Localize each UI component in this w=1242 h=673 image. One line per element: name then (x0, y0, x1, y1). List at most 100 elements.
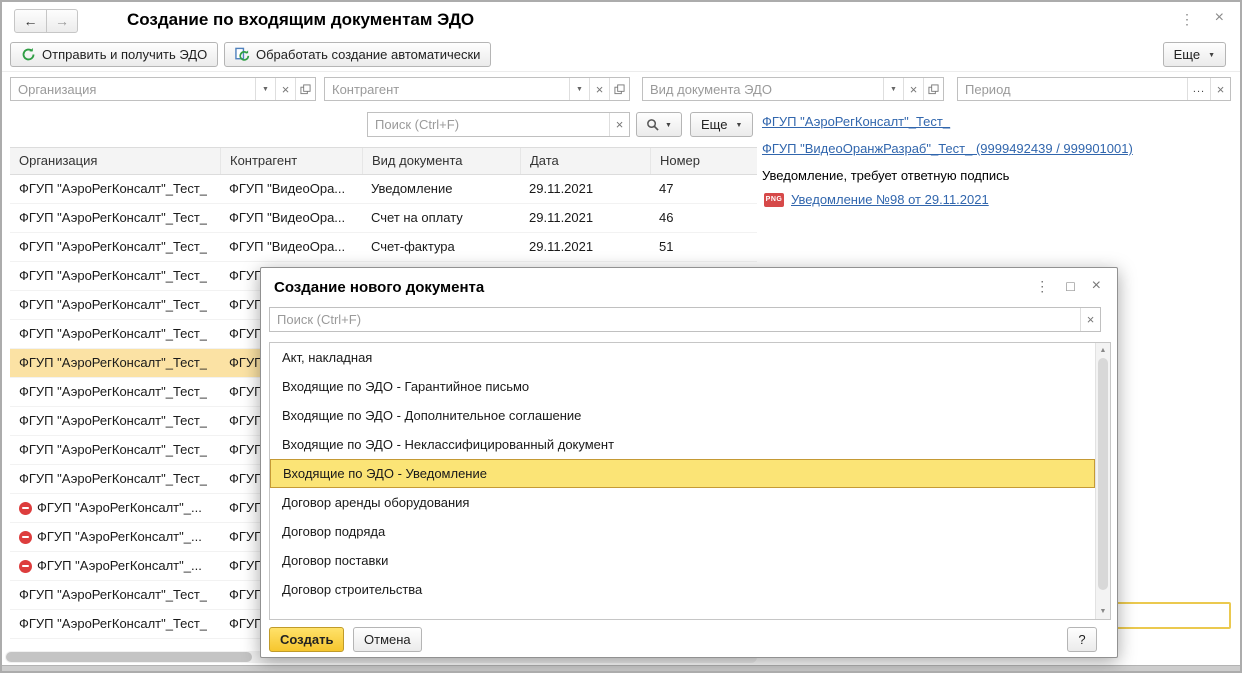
org-cell: ФГУП "АэроРегКонсалт"_Тест_ (10, 175, 220, 203)
doc-type-option[interactable]: Входящие по ЭДО - Уведомление (270, 459, 1095, 488)
doc-type-option[interactable] (270, 604, 1095, 620)
search-button[interactable]: ▼ (636, 112, 682, 137)
search-input[interactable] (368, 113, 609, 136)
chevron-down-icon: ▼ (665, 120, 672, 129)
chevron-down-icon[interactable]: ▼ (883, 78, 903, 100)
more-label: Еще (701, 117, 727, 132)
doc-type-option[interactable]: Входящие по ЭДО - Гарантийное письмо (270, 372, 1095, 401)
org-filter: ▼ × (10, 77, 316, 101)
period-filter-input[interactable] (958, 78, 1187, 100)
doc-type-option[interactable]: Акт, накладная (270, 343, 1095, 372)
org-cell: ФГУП "АэроРегКонсалт"_Тест_ (10, 581, 220, 609)
scroll-up-icon[interactable]: ▲ (1096, 347, 1110, 354)
doc-type-option[interactable]: Договор строительства (270, 575, 1095, 604)
counterparty-link[interactable]: ФГУП "ВидеоОранжРазраб"_Тест_ (999949243… (762, 141, 1133, 156)
search-more-button[interactable]: Еще ▼ (690, 112, 753, 137)
counterparty-filter: ▼ × (324, 77, 630, 101)
table-header: ОрганизацияКонтрагентВид документаДатаНо… (10, 147, 757, 175)
create-document-dialog: Создание нового документа ⋮ □ × × Акт, н… (260, 267, 1118, 658)
deletion-mark-icon (19, 560, 32, 573)
window-bottom-edge (2, 665, 1240, 671)
dialog-search-clear-icon[interactable]: × (1080, 308, 1100, 331)
send-receive-button[interactable]: Отправить и получить ЭДО (10, 42, 218, 67)
column-header[interactable]: Дата (520, 148, 650, 174)
dialog-scrollbar[interactable]: ▲ ▼ (1095, 343, 1110, 619)
dialog-menu-icon[interactable]: ⋮ (1035, 278, 1049, 295)
search-clear-icon[interactable]: × (609, 113, 629, 136)
dialog-maximize-icon[interactable]: □ (1066, 278, 1074, 294)
table-row[interactable]: ФГУП "АэроРегКонсалт"_Тест_ ФГУП "ВидеоО… (10, 204, 757, 233)
org-cell: ФГУП "АэроРегКонсалт"_Тест_ (10, 320, 220, 348)
org-cell: ФГУП "АэроРегКонсалт"_Тест_ (10, 436, 220, 464)
deletion-mark-icon (19, 531, 32, 544)
window-close-icon[interactable]: × (1215, 9, 1224, 27)
org-cell: ФГУП "АэроРегКонсалт"_Тест_ (10, 610, 220, 638)
document-link[interactable]: Уведомление №98 от 29.11.2021 (791, 192, 989, 207)
doc-type-filter: ▼ × (642, 77, 944, 101)
more-button[interactable]: Еще ▼ (1163, 42, 1226, 67)
dialog-search-field: × (269, 307, 1101, 332)
dialog-close-icon[interactable]: × (1092, 277, 1101, 295)
org-cell: ФГУП "АэроРегКонсалт"_Тест_ (10, 378, 220, 406)
org-cell: ФГУП "АэроРегКонсалт"_Тест_ (10, 349, 220, 377)
doc-type-cell: Уведомление (362, 175, 520, 203)
doc-type-option[interactable]: Входящие по ЭДО - Неклассифицированный д… (270, 430, 1095, 459)
window-menu-icon[interactable]: ⋮ (1180, 11, 1194, 28)
filter-row: ▼ × ▼ × ▼ × ... × (2, 77, 1240, 102)
scrollbar-thumb[interactable] (1098, 358, 1108, 590)
magnifier-icon (646, 118, 659, 131)
doc-type-option[interactable]: Договор поставки (270, 546, 1095, 575)
chevron-down-icon[interactable]: ▼ (255, 78, 275, 100)
table-row[interactable]: ФГУП "АэроРегКонсалт"_Тест_ ФГУП "ВидеоО… (10, 175, 757, 204)
doc-type-option[interactable]: Договор аренды оборудования (270, 488, 1095, 517)
dialog-controls: ⋮ □ × (1035, 277, 1101, 295)
org-cell: ФГУП "АэроРегКонсалт"_Тест_ (10, 204, 220, 232)
forward-button[interactable]: → (46, 10, 77, 32)
search-field: × (367, 112, 630, 137)
clear-icon[interactable]: × (903, 78, 923, 100)
doc-type-filter-input[interactable] (643, 78, 883, 100)
column-header[interactable]: Вид документа (362, 148, 520, 174)
number-cell: 46 (650, 204, 757, 232)
counterparty-filter-input[interactable] (325, 78, 569, 100)
chevron-down-icon[interactable]: ▼ (569, 78, 589, 100)
open-list-icon[interactable] (923, 78, 943, 100)
cancel-button[interactable]: Отмена (353, 627, 422, 652)
column-header[interactable]: Контрагент (220, 148, 362, 174)
counterparty-cell: ФГУП "ВидеоОра... (220, 204, 362, 232)
clear-icon[interactable]: × (1210, 78, 1230, 100)
doc-type-cell: Счет-фактура (362, 233, 520, 261)
doc-type-list: Акт, накладная Входящие по ЭДО - Гаранти… (269, 342, 1111, 620)
page-title: Создание по входящим документам ЭДО (127, 10, 474, 30)
scrollbar-thumb[interactable] (6, 652, 252, 662)
deletion-mark-icon (19, 502, 32, 515)
org-cell: ФГУП "АэроРегКонсалт"_... (10, 494, 220, 522)
help-button[interactable]: ? (1067, 627, 1097, 652)
counterparty-cell: ФГУП "ВидеоОра... (220, 175, 362, 203)
date-cell: 29.11.2021 (520, 175, 650, 203)
more-label: Еще (1174, 47, 1200, 62)
table-row[interactable]: ФГУП "АэроРегКонсалт"_Тест_ ФГУП "ВидеоО… (10, 233, 757, 262)
date-cell: 29.11.2021 (520, 233, 650, 261)
number-cell: 47 (650, 175, 757, 203)
send-receive-label: Отправить и получить ЭДО (42, 47, 207, 62)
org-cell: ФГУП "АэроРегКонсалт"_Тест_ (10, 407, 220, 435)
period-ellipsis-button[interactable]: ... (1187, 78, 1210, 100)
dialog-search-input[interactable] (270, 308, 1080, 331)
doc-type-option[interactable]: Входящие по ЭДО - Дополнительное соглаше… (270, 401, 1095, 430)
org-link[interactable]: ФГУП "АэроРегКонсалт"_Тест_ (762, 114, 950, 129)
scroll-down-icon[interactable]: ▼ (1096, 608, 1110, 615)
create-button[interactable]: Создать (269, 627, 344, 652)
counterparty-cell: ФГУП "ВидеоОра... (220, 233, 362, 261)
column-header[interactable]: Организация (10, 148, 220, 174)
clear-icon[interactable]: × (589, 78, 609, 100)
clear-icon[interactable]: × (275, 78, 295, 100)
column-header[interactable]: Номер (650, 148, 757, 174)
open-list-icon[interactable] (295, 78, 315, 100)
back-button[interactable]: ← (15, 10, 46, 32)
org-cell: ФГУП "АэроРегКонсалт"_... (10, 523, 220, 551)
process-auto-button[interactable]: Обработать создание автоматически (224, 42, 491, 67)
open-list-icon[interactable] (609, 78, 629, 100)
org-filter-input[interactable] (11, 78, 255, 100)
doc-type-option[interactable]: Договор подряда (270, 517, 1095, 546)
